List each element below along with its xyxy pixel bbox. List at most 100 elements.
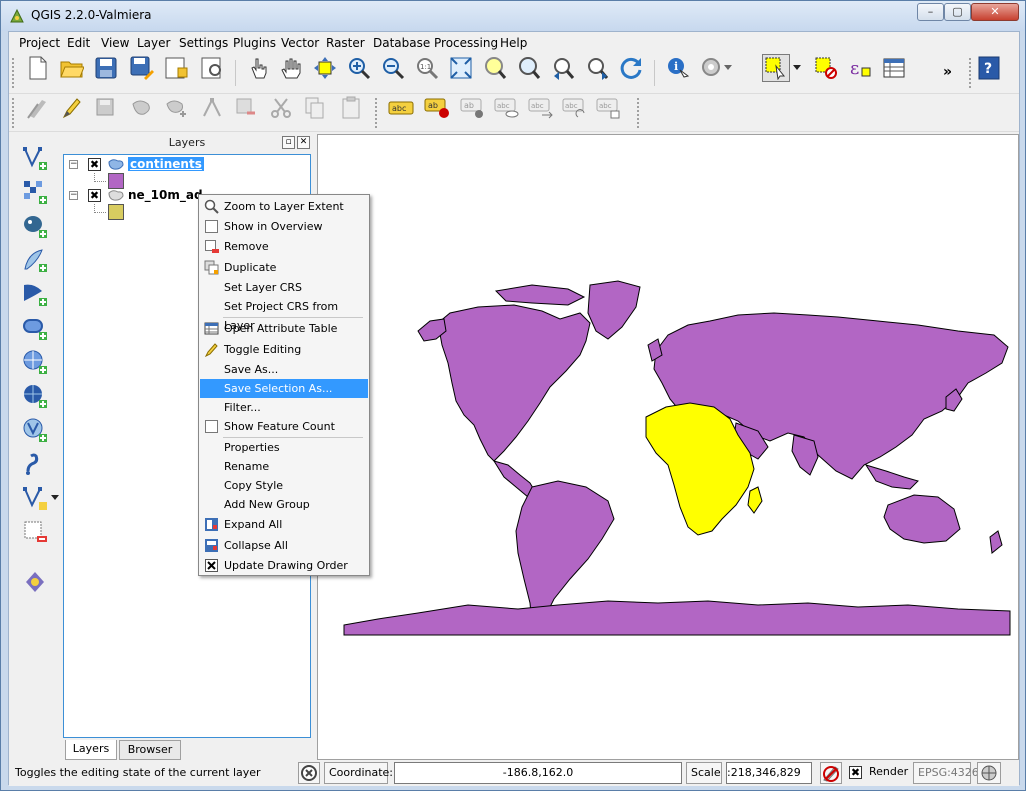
layer-row-continents[interactable]: − ✖ continents [64, 156, 310, 174]
menu-item-set-layer-crs[interactable]: Set Layer CRS [200, 278, 368, 297]
panel-close-button[interactable]: ✕ [297, 136, 310, 149]
menu-view[interactable]: View [101, 36, 129, 50]
cut-features-icon[interactable] [267, 94, 295, 122]
toolbar-grip[interactable] [637, 98, 641, 128]
zoom-to-selection-icon[interactable] [481, 54, 509, 82]
menu-edit[interactable]: Edit [67, 36, 90, 50]
menu-item-remove[interactable]: Remove [200, 237, 368, 256]
menu-item-properties[interactable]: Properties [200, 438, 368, 457]
add-wcs-layer-icon[interactable] [21, 382, 49, 410]
layer-visibility-checkbox[interactable]: ✖ [88, 189, 101, 202]
menu-item-show-in-overview[interactable]: Show in Overview [200, 217, 368, 236]
zoom-to-layer-icon[interactable] [515, 54, 543, 82]
stop-render-icon[interactable] [820, 762, 842, 784]
delete-selected-icon[interactable] [232, 94, 260, 122]
new-print-composer-icon[interactable] [162, 54, 190, 82]
menu-item-add-new-group[interactable]: Add New Group [200, 495, 368, 514]
menu-vector[interactable]: Vector [281, 36, 319, 50]
menu-layer[interactable]: Layer [137, 36, 170, 50]
panel-float-button[interactable]: ▫ [282, 136, 295, 149]
crs-status-button[interactable]: EPSG:4326 [913, 762, 979, 784]
touch-zoom-pan-icon[interactable] [245, 54, 273, 82]
menu-item-filter[interactable]: Filter... [200, 398, 368, 417]
save-layer-edits-icon[interactable] [92, 94, 120, 122]
add-mssql-layer-icon[interactable] [21, 280, 49, 308]
zoom-full-icon[interactable] [447, 54, 475, 82]
save-project-icon[interactable] [92, 54, 120, 82]
menu-item-toggle-editing[interactable]: Toggle Editing [200, 340, 368, 359]
composer-manager-icon[interactable] [198, 54, 226, 82]
select-features-icon[interactable] [762, 54, 790, 82]
menu-item-zoom-to-layer-extent[interactable]: Zoom to Layer Extent [200, 197, 368, 216]
refresh-icon[interactable] [617, 54, 645, 82]
rotate-label-icon[interactable]: abc [561, 94, 589, 122]
scale-field[interactable]: :218,346,829 [726, 762, 812, 784]
chevron-down-icon[interactable] [722, 54, 734, 82]
messages-toggle-icon[interactable] [298, 762, 320, 784]
minimize-button[interactable]: – [917, 3, 944, 21]
add-delimited-text-layer-icon[interactable] [21, 450, 49, 478]
menu-item-set-project-crs[interactable]: Set Project CRS from Layer [200, 297, 368, 332]
menu-item-duplicate[interactable]: Duplicate [200, 258, 368, 277]
toolbar-grip[interactable] [969, 58, 973, 88]
toolbar-overflow-button[interactable]: » [943, 64, 952, 80]
menu-item-expand-all[interactable]: Expand All [200, 515, 368, 534]
maximize-button[interactable]: ▢ [944, 3, 971, 21]
add-oracle-layer-icon[interactable] [21, 314, 49, 342]
move-feature-icon[interactable] [162, 94, 190, 122]
toggle-editing-icon[interactable] [58, 94, 86, 122]
menu-settings[interactable]: Settings [179, 36, 228, 50]
menu-item-rename[interactable]: Rename [200, 457, 368, 476]
add-feature-icon[interactable] [128, 94, 156, 122]
menu-raster[interactable]: Raster [326, 36, 365, 50]
new-shapefile-layer-icon[interactable] [21, 484, 49, 512]
world-map[interactable] [318, 135, 1018, 759]
plugin-icon[interactable] [21, 568, 49, 596]
remove-layer-icon[interactable] [21, 518, 49, 546]
open-project-icon[interactable] [58, 54, 86, 82]
crs-globe-icon[interactable] [977, 762, 1001, 784]
open-attribute-table-icon[interactable] [880, 54, 908, 82]
select-by-expression-icon[interactable]: ε [846, 54, 874, 82]
menu-plugins[interactable]: Plugins [233, 36, 276, 50]
tab-browser[interactable]: Browser [119, 740, 181, 760]
collapse-toggle[interactable]: − [69, 191, 78, 200]
show-hide-labels-icon[interactable]: abc [493, 94, 521, 122]
new-project-icon[interactable] [24, 54, 52, 82]
help-icon[interactable]: ? [975, 54, 1003, 82]
layer-name-ne-10m[interactable]: ne_10m_ad [128, 188, 203, 202]
layer-diagram-options-icon[interactable]: ab [423, 94, 451, 122]
identify-features-icon[interactable]: i [664, 54, 692, 82]
menu-item-save-selection-as[interactable]: Save Selection As... [200, 379, 368, 398]
zoom-last-icon[interactable] [549, 54, 577, 82]
node-tool-icon[interactable] [198, 94, 226, 122]
toolbar-grip[interactable] [375, 98, 379, 128]
layer-labeling-options-icon[interactable]: abc [387, 94, 415, 122]
pan-to-selection-icon[interactable] [311, 54, 339, 82]
collapse-toggle[interactable]: − [69, 160, 78, 169]
add-postgis-layer-icon[interactable] [21, 212, 49, 240]
menu-item-collapse-all[interactable]: Collapse All [200, 536, 368, 555]
add-raster-layer-icon[interactable] [21, 178, 49, 206]
close-window-button[interactable]: ✕ [971, 3, 1019, 21]
zoom-actual-size-icon[interactable]: 1:1 [413, 54, 441, 82]
menu-project[interactable]: Project [19, 36, 60, 50]
render-checkbox[interactable]: ✖ [849, 766, 862, 779]
pan-map-icon[interactable] [277, 54, 305, 82]
deselect-all-icon[interactable] [812, 54, 840, 82]
menu-database[interactable]: Database [373, 36, 430, 50]
save-as-icon[interactable] [128, 54, 156, 82]
menu-help[interactable]: Help [500, 36, 527, 50]
copy-features-icon[interactable] [301, 94, 329, 122]
zoom-next-icon[interactable] [583, 54, 611, 82]
menu-item-update-drawing-order[interactable]: Update Drawing Order [200, 556, 368, 575]
tab-layers[interactable]: Layers [65, 740, 117, 760]
toolbar-grip[interactable] [12, 98, 16, 128]
layer-visibility-checkbox[interactable]: ✖ [88, 158, 101, 171]
layers-panel-title[interactable]: Layers [61, 134, 313, 152]
menu-item-show-feature-count[interactable]: Show Feature Count [200, 417, 368, 436]
change-label-icon[interactable]: abc [595, 94, 623, 122]
add-wfs-layer-icon[interactable] [21, 416, 49, 444]
add-spatialite-layer-icon[interactable] [21, 246, 49, 274]
add-vector-layer-icon[interactable] [21, 144, 49, 172]
